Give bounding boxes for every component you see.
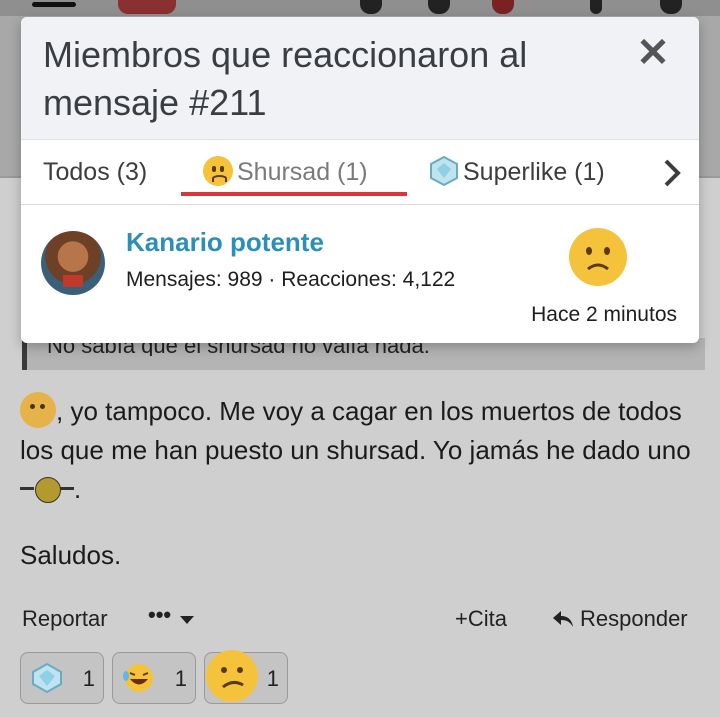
member-row[interactable]: Kanario potente Mensajes: 989 · Reaccion…: [21, 207, 699, 343]
lightning-icon[interactable]: [590, 0, 602, 14]
chevron-right-icon[interactable]: [661, 158, 683, 188]
post-body-end: .: [74, 474, 82, 504]
member-name[interactable]: Kanario potente: [126, 227, 324, 258]
mail-icon[interactable]: [428, 0, 450, 14]
account-icon[interactable]: [360, 0, 382, 14]
active-tab-indicator: [181, 192, 407, 196]
modal-header: Miembros que reaccionaron al mensaje #21…: [21, 17, 699, 140]
laughing-face-icon: [123, 664, 153, 692]
tab-superlike-label: Superlike (1): [463, 158, 605, 186]
diamond-icon: [32, 662, 62, 694]
site-logo-icon[interactable]: [118, 0, 176, 14]
chevron-down-icon[interactable]: [180, 616, 194, 624]
reaction-laugh-button[interactable]: 1: [112, 652, 196, 704]
reaction-count: 1: [82, 666, 95, 691]
greeting-text: Saludos.: [20, 540, 122, 570]
post-body-text: , yo tampoco. Me voy a cagar en los muer…: [20, 396, 691, 465]
sad-face-icon: [569, 228, 627, 286]
reaction-superlike-button[interactable]: 1: [20, 652, 104, 704]
quote-button[interactable]: +Cita: [455, 606, 507, 632]
member-time: Hace 2 minutos: [531, 303, 677, 326]
post-actions-bar: Reportar ••• +Cita Responder: [0, 600, 720, 640]
avatar[interactable]: [41, 231, 105, 295]
crying-face-icon: [20, 477, 74, 503]
reply-label: Responder: [580, 606, 688, 631]
reaction-shursad-button[interactable]: 1: [204, 650, 288, 704]
sad-face-icon: [203, 156, 233, 186]
search-icon[interactable]: [660, 0, 682, 14]
reactions-modal: Miembros que reaccionaron al mensaje #21…: [21, 17, 699, 343]
menu-icon[interactable]: [32, 2, 76, 7]
member-stats: Mensajes: 989 · Reacciones: 4,122: [126, 268, 456, 291]
diamond-icon: [430, 156, 458, 186]
more-options-button[interactable]: •••: [148, 602, 171, 628]
reply-button[interactable]: Responder: [552, 606, 688, 632]
tab-all-label: Todos (3): [43, 158, 148, 186]
modal-title: Miembros que reaccionaron al mensaje #21…: [43, 34, 528, 123]
tab-all[interactable]: Todos (3): [43, 140, 147, 204]
report-link[interactable]: Reportar: [22, 606, 108, 632]
reaction-count: 1: [266, 666, 279, 691]
notification-badge-icon[interactable]: [492, 0, 514, 14]
sad-face-icon: [206, 650, 258, 702]
tab-shursad-label: Shursad (1): [237, 158, 368, 186]
reply-arrow-icon: [553, 611, 573, 627]
top-navigation-bar: [0, 0, 720, 16]
post-body: , yo tampoco. Me voy a cagar en los muer…: [20, 392, 700, 509]
thinking-face-icon: [20, 392, 56, 428]
reaction-count: 1: [174, 666, 187, 691]
tab-superlike[interactable]: Superlike (1): [429, 140, 605, 204]
close-icon[interactable]: ✕: [633, 33, 673, 75]
